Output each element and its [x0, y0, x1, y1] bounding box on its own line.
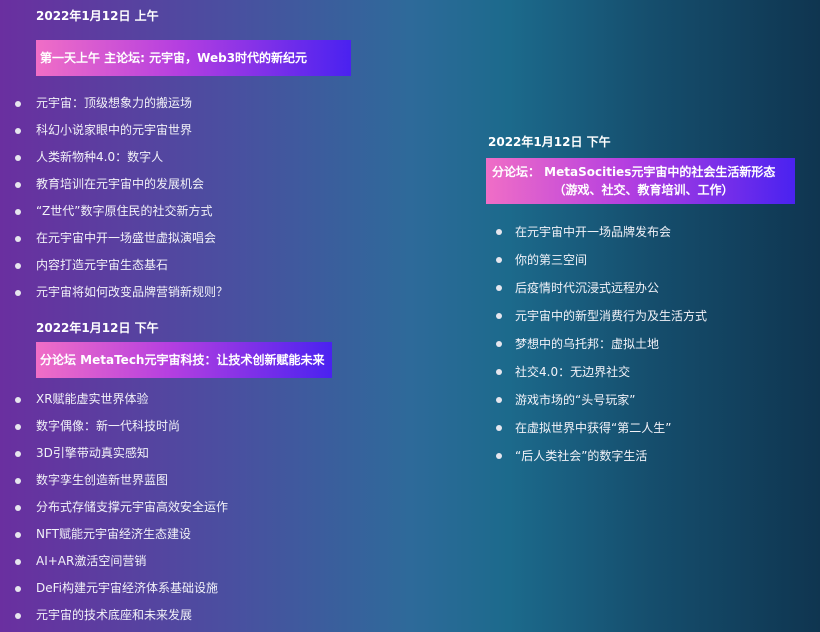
list-item: DeFi构建元宇宙经济体系基础设施	[14, 575, 454, 602]
list-item-text: DeFi构建元宇宙经济体系基础设施	[36, 581, 218, 595]
bullet-icon	[496, 341, 502, 347]
list-item-text: 元宇宙中的新型消费行为及生活方式	[515, 309, 708, 323]
list-item: 数字偶像：新一代科技时尚	[14, 413, 454, 440]
list-item-text: 元宇宙将如何改变品牌营销新规则？	[36, 285, 229, 299]
list-item-text: 后疫情时代沉浸式远程办公	[515, 281, 660, 295]
list-item: 元宇宙：顶级想象力的搬运场	[14, 90, 454, 117]
bullet-icon	[496, 229, 502, 235]
bullet-icon	[15, 263, 21, 269]
bullet-icon	[15, 101, 21, 107]
morning-topic-list: 元宇宙：顶级想象力的搬运场 科幻小说家眼中的元宇宙世界 人类新物种4.0：数字人教育…	[14, 90, 454, 306]
morning-date: 2022年1月12日 上午	[36, 9, 159, 23]
list-item: 数字孪生创造新世界蓝图	[14, 467, 454, 494]
list-item-text: 元宇宙：顶级想象力的搬运场	[36, 96, 193, 110]
bullet-icon	[496, 313, 502, 319]
bullet-icon	[15, 478, 21, 484]
list-item: “Z世代”数字原住民的社交新方式	[14, 198, 454, 225]
afternoon-social-date: 2022年1月12日 下午	[488, 135, 611, 149]
bullet-icon	[15, 236, 21, 242]
list-item: XR赋能虚实世界体验	[14, 386, 454, 413]
morning-main-forum-banner: 第一天上午 主论坛: 元宇宙，Web3时代的新纪元	[36, 40, 351, 76]
list-item-text: 内容打造元宇宙生态基石	[36, 258, 169, 272]
list-item: 元宇宙将如何改变品牌营销新规则？	[14, 279, 454, 306]
list-item: “后人类社会”的数字生活	[486, 442, 806, 470]
list-item: 3D引擎带动真实感知	[14, 440, 454, 467]
list-item: 教育培训在元宇宙中的发展机会	[14, 171, 454, 198]
bullet-icon	[15, 397, 21, 403]
list-item: NFT赋能元宇宙经济生态建设	[14, 521, 454, 548]
bullet-icon	[15, 182, 21, 188]
list-item: 在元宇宙中开一场品牌发布会	[486, 218, 806, 246]
list-item-text: XR赋能虚实世界体验	[36, 392, 149, 406]
bullet-icon	[15, 155, 21, 161]
list-item-text: 数字偶像：新一代科技时尚	[36, 419, 181, 433]
list-item-text: “后人类社会”的数字生活	[515, 449, 648, 463]
list-item: 后疫情时代沉浸式远程办公	[486, 274, 806, 302]
bullet-icon	[496, 285, 502, 291]
metasocities-banner-subtitle: （游戏、社交、教育培训、工作）	[553, 183, 734, 197]
bullet-icon	[15, 451, 21, 457]
list-item-text: 游戏市场的“头号玩家”	[515, 393, 636, 407]
list-item-text: 你的第三空间	[515, 253, 588, 267]
list-item-text: 人类新物种4.0：数字人	[36, 150, 164, 164]
list-item: 科幻小说家眼中的元宇宙世界	[14, 117, 454, 144]
list-item-text: NFT赋能元宇宙经济生态建设	[36, 527, 191, 541]
list-item: 元宇宙的技术底座和未来发展	[14, 602, 454, 629]
bullet-icon	[496, 397, 502, 403]
list-item: 你的第三空间	[486, 246, 806, 274]
list-item-text: 数字孪生创造新世界蓝图	[36, 473, 169, 487]
bullet-icon	[496, 369, 502, 375]
list-item: 游戏市场的“头号玩家”	[486, 386, 806, 414]
list-item: 在虚拟世界中获得“第二人生”	[486, 414, 806, 442]
list-item: 内容打造元宇宙生态基石	[14, 252, 454, 279]
list-item-text: 梦想中的乌托邦：虚拟土地	[515, 337, 660, 351]
list-item-text: 在元宇宙中开一场盛世虚拟演唱会	[36, 231, 217, 245]
list-item-text: 元宇宙的技术底座和未来发展	[36, 608, 193, 622]
metatech-topic-list: XR赋能虚实世界体验数字偶像：新一代科技时尚 3D引擎带动真实感知数字孪生创造新世…	[14, 386, 454, 629]
list-item-text: 教育培训在元宇宙中的发展机会	[36, 177, 205, 191]
list-item: 元宇宙中的新型消费行为及生活方式	[486, 302, 806, 330]
bullet-icon	[15, 505, 21, 511]
list-item: 在元宇宙中开一场盛世虚拟演唱会	[14, 225, 454, 252]
list-item-text: 在虚拟世界中获得“第二人生”	[515, 421, 672, 435]
bullet-icon	[15, 586, 21, 592]
list-item: 梦想中的乌托邦：虚拟土地	[486, 330, 806, 358]
bullet-icon	[15, 290, 21, 296]
metasocities-topic-list: 在元宇宙中开一场品牌发布会 你的第三空间后疫情时代沉浸式远程办公元宇宙中的新型消费…	[486, 218, 806, 470]
list-item: AI+AR激活空间营销	[14, 548, 454, 575]
bullet-icon	[15, 613, 21, 619]
bullet-icon	[496, 425, 502, 431]
bullet-icon	[15, 559, 21, 565]
bullet-icon	[15, 209, 21, 215]
list-item-text: 在元宇宙中开一场品牌发布会	[515, 225, 672, 239]
metasocities-banner-title: 分论坛： MetaSocities元宇宙中的社会生活新形态	[492, 165, 776, 179]
list-item-text: “Z世代”数字原住民的社交新方式	[36, 204, 213, 218]
list-item-text: 3D引擎带动真实感知	[36, 446, 149, 460]
list-item-text: 科幻小说家眼中的元宇宙世界	[36, 123, 193, 137]
list-item: 分布式存储支撑元宇宙高效安全运作	[14, 494, 454, 521]
list-item: 人类新物种4.0：数字人	[14, 144, 454, 171]
list-item: 社交4.0：无边界社交	[486, 358, 806, 386]
list-item-text: 社交4.0：无边界社交	[515, 365, 631, 379]
bullet-icon	[15, 424, 21, 430]
bullet-icon	[496, 257, 502, 263]
list-item-text: AI+AR激活空间营销	[36, 554, 147, 568]
right-column: 2022年1月12日 下午 分论坛： MetaSocities元宇宙中的社会生活…	[486, 134, 806, 470]
left-column: 2022年1月12日 上午 第一天上午 主论坛: 元宇宙，Web3时代的新纪元 …	[14, 8, 454, 629]
metatech-forum-banner: 分论坛 MetaTech元宇宙科技：让技术创新赋能未来	[36, 342, 332, 378]
list-item-text: 分布式存储支撑元宇宙高效安全运作	[36, 500, 229, 514]
metasocities-forum-banner: 分论坛： MetaSocities元宇宙中的社会生活新形态 （游戏、社交、教育培…	[486, 158, 795, 204]
bullet-icon	[15, 532, 21, 538]
afternoon-tech-date: 2022年1月12日 下午	[36, 321, 159, 335]
bullet-icon	[15, 128, 21, 134]
bullet-icon	[496, 453, 502, 459]
